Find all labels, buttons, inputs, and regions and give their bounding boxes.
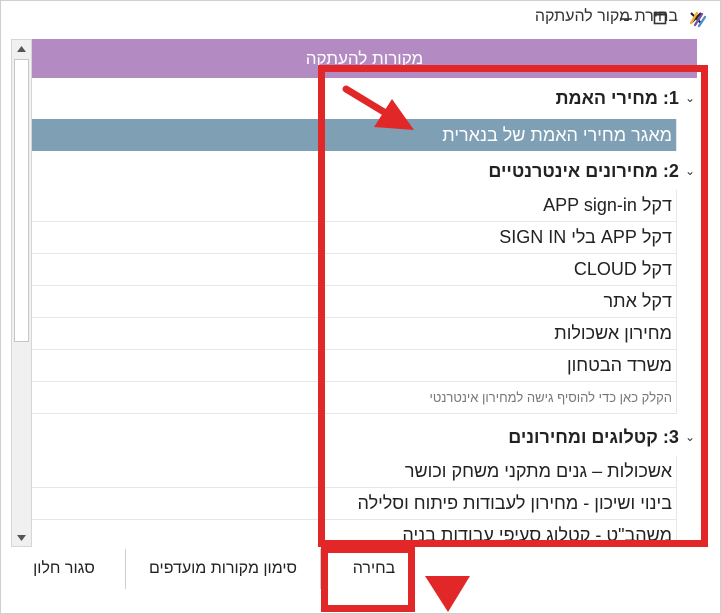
annotation-arrow-icon [342, 85, 414, 130]
annotation-arrow-icon [425, 576, 470, 612]
annotation-arrows [342, 85, 470, 612]
